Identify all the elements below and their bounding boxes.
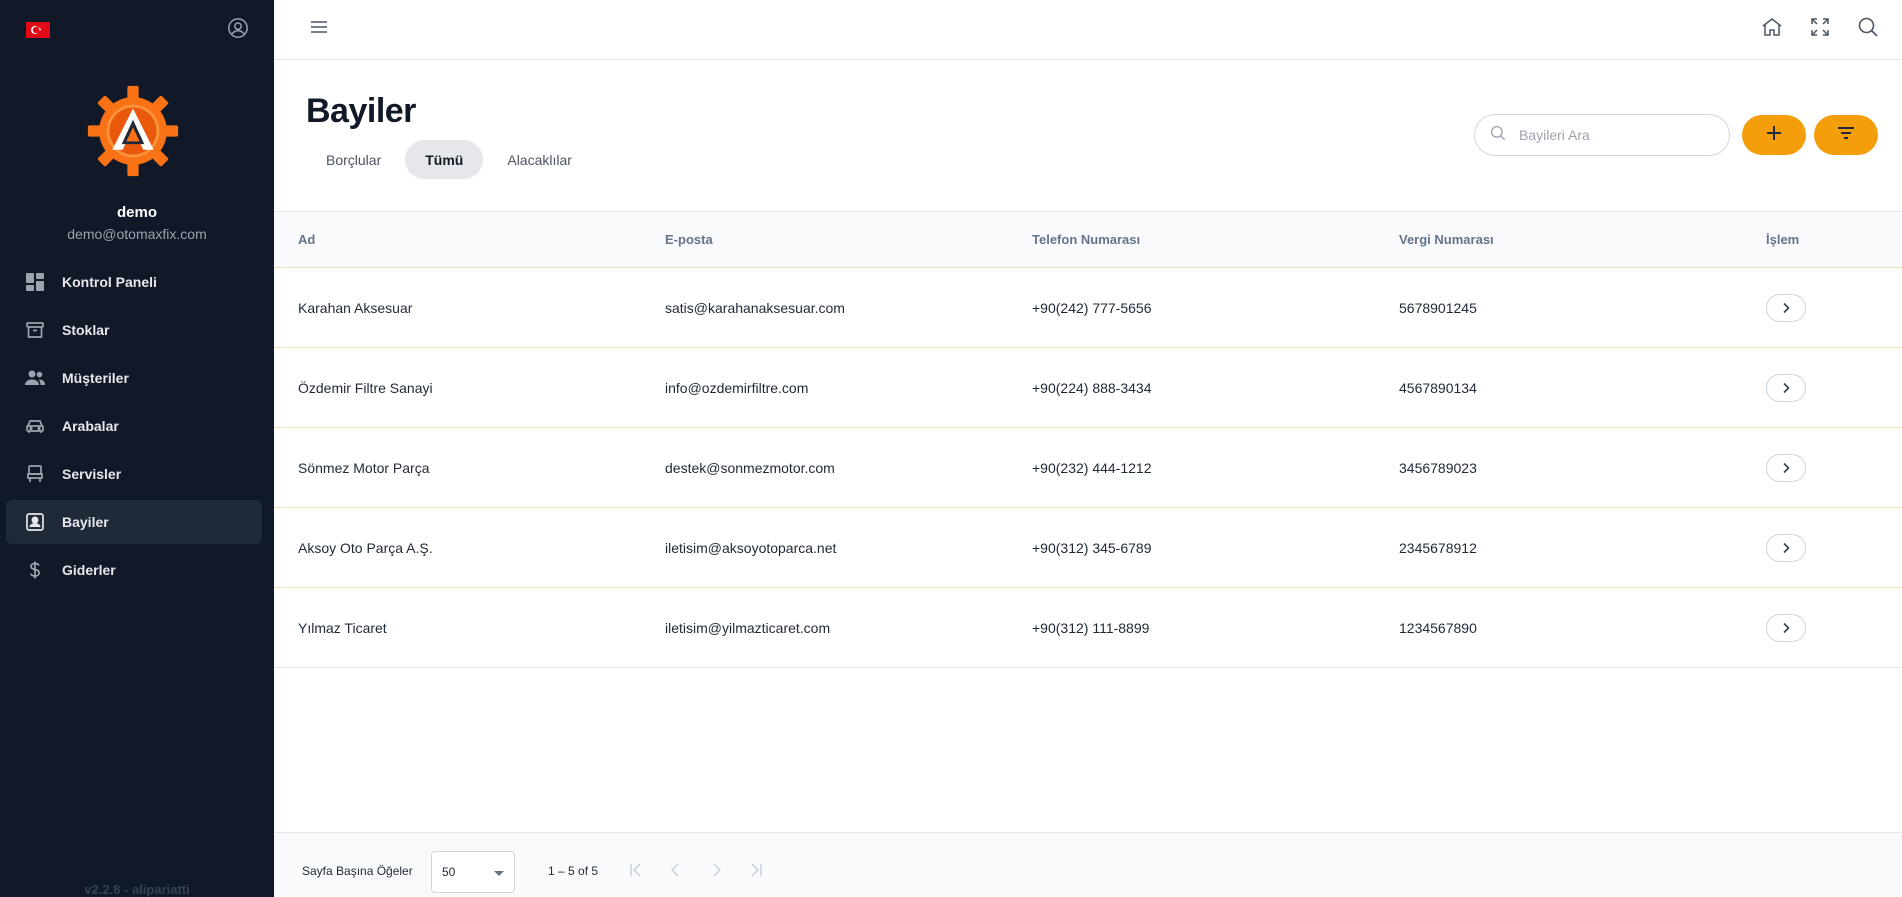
menu-icon[interactable] [308,16,330,38]
version-label: v2.2.8 - alipariatti [84,882,190,897]
row-detail-button[interactable] [1766,373,1806,402]
column-header-email[interactable]: E-posta [665,232,713,247]
chevron-right-icon [1783,382,1790,393]
sidebar-item-label: Servisler [62,466,122,482]
cell-tax: 4567890134 [1399,379,1477,396]
row-detail-button[interactable] [1766,453,1806,482]
sidebar-nav: Kontrol Paneli Stoklar Müşteriler Arabal… [6,260,262,596]
add-dealer-button[interactable] [1742,115,1806,155]
column-header-ad[interactable]: Ad [298,232,315,247]
tab-alacaklilar[interactable]: Alacaklılar [487,140,592,179]
contact-card-icon [24,511,46,533]
search-input[interactable] [1519,127,1709,143]
column-header-phone[interactable]: Telefon Numarası [1032,232,1140,247]
next-page-icon[interactable] [706,860,726,880]
filter-button[interactable] [1814,115,1878,155]
table-row[interactable]: Özdemir Filtre Sanayi info@ozdemirfiltre… [274,348,1902,428]
app-logo [86,84,180,178]
user-email: demo@otomaxfix.com [67,226,207,242]
people-icon [24,367,46,389]
cell-name: Aksoy Oto Parça A.Ş. [298,539,433,556]
fullscreen-icon[interactable] [1808,15,1832,39]
cell-name: Yılmaz Ticaret [298,619,387,636]
page-title: Bayiler [306,92,416,130]
sidebar-item-label: Stoklar [62,322,110,338]
cell-tax: 1234567890 [1399,619,1477,636]
chevron-right-icon [1783,462,1790,473]
sidebar-item-kontrol-paneli[interactable]: Kontrol Paneli [6,260,262,304]
table-row[interactable]: Aksoy Oto Parça A.Ş. iletisim@aksoyotopa… [274,508,1902,588]
cell-phone: +90(312) 111-8899 [1032,619,1150,636]
turkish-flag-icon[interactable] [26,22,50,38]
cell-phone: +90(224) 888-3434 [1032,379,1152,396]
user-circle-icon[interactable] [227,17,249,39]
sidebar-item-label: Arabalar [62,418,119,434]
sidebar-item-arabalar[interactable]: Arabalar [6,404,262,448]
search-icon [1489,124,1507,147]
cell-phone: +90(232) 444-1212 [1032,459,1152,476]
sidebar: demo demo@otomaxfix.com Kontrol Paneli S… [0,0,274,897]
chevron-right-icon [1783,542,1790,553]
tab-borclular[interactable]: Borçlular [306,140,401,179]
tab-tumu[interactable]: Tümü [405,140,484,179]
last-page-icon[interactable] [746,860,766,880]
table-header: Ad E-posta Telefon Numarası Vergi Numara… [274,211,1902,268]
plus-icon [1764,123,1784,148]
sidebar-item-label: Müşteriler [62,370,129,386]
cell-email: destek@sonmezmotor.com [665,459,835,476]
cell-email: iletisim@yilmazticaret.com [665,619,831,636]
cell-name: Özdemir Filtre Sanayi [298,379,433,396]
column-header-action: İşlem [1766,232,1800,247]
dashboard-icon [24,271,46,293]
column-header-tax[interactable]: Vergi Numarası [1399,232,1494,247]
archive-icon [24,319,46,341]
paginator: Sayfa Başına Öğeler 50 1 – 5 of 5 [274,832,1902,897]
tab-group: Borçlular Tümü Alacaklılar [306,140,596,179]
sidebar-item-label: Kontrol Paneli [62,274,157,290]
sidebar-item-label: Bayiler [62,514,109,530]
cell-email: satis@karahanaksesuar.com [665,299,845,316]
dollar-icon [24,559,46,581]
user-name: demo [116,204,157,221]
cell-phone: +90(242) 777-5656 [1032,299,1152,316]
sidebar-item-bayiler[interactable]: Bayiler [6,500,262,544]
cell-tax: 5678901245 [1399,299,1477,316]
per-page-select[interactable]: 50 [431,851,515,893]
previous-page-icon[interactable] [666,860,686,880]
dropdown-caret-icon [494,871,504,876]
sidebar-item-giderler[interactable]: Giderler [6,548,262,592]
cell-tax: 2345678912 [1399,539,1477,556]
per-page-label: Sayfa Başına Öğeler [302,864,413,878]
sidebar-item-servisler[interactable]: Servisler [6,452,262,496]
sidebar-item-stoklar[interactable]: Stoklar [6,308,262,352]
cell-tax: 3456789023 [1399,459,1477,476]
table-row[interactable]: Karahan Aksesuar satis@karahanaksesuar.c… [274,268,1902,348]
cell-name: Sönmez Motor Parça [298,459,430,476]
per-page-value: 50 [442,865,456,879]
cell-name: Karahan Aksesuar [298,299,413,316]
table-row[interactable]: Yılmaz Ticaret iletisim@yilmazticaret.co… [274,588,1902,668]
search-field[interactable] [1474,114,1730,156]
sidebar-item-label: Giderler [62,562,116,578]
row-detail-button[interactable] [1766,533,1806,562]
service-seat-icon [24,463,46,485]
dealers-table: Ad E-posta Telefon Numarası Vergi Numara… [274,211,1902,668]
filter-icon [1836,123,1856,148]
table-row[interactable]: Sönmez Motor Parça destek@sonmezmotor.co… [274,428,1902,508]
cell-phone: +90(312) 345-6789 [1032,539,1152,556]
range-label: 1 – 5 of 5 [548,864,599,878]
home-icon[interactable] [1760,15,1784,39]
chevron-right-icon [1783,302,1790,313]
first-page-icon[interactable] [626,860,646,880]
cell-email: iletisim@aksoyotoparca.net [665,539,837,556]
topbar [274,0,1902,60]
row-detail-button[interactable] [1766,293,1806,322]
cell-email: info@ozdemirfiltre.com [665,379,809,396]
search-icon[interactable] [1856,15,1880,39]
row-detail-button[interactable] [1766,613,1806,642]
car-icon [24,415,46,437]
chevron-right-icon [1783,622,1790,633]
sidebar-item-musteriler[interactable]: Müşteriler [6,356,262,400]
